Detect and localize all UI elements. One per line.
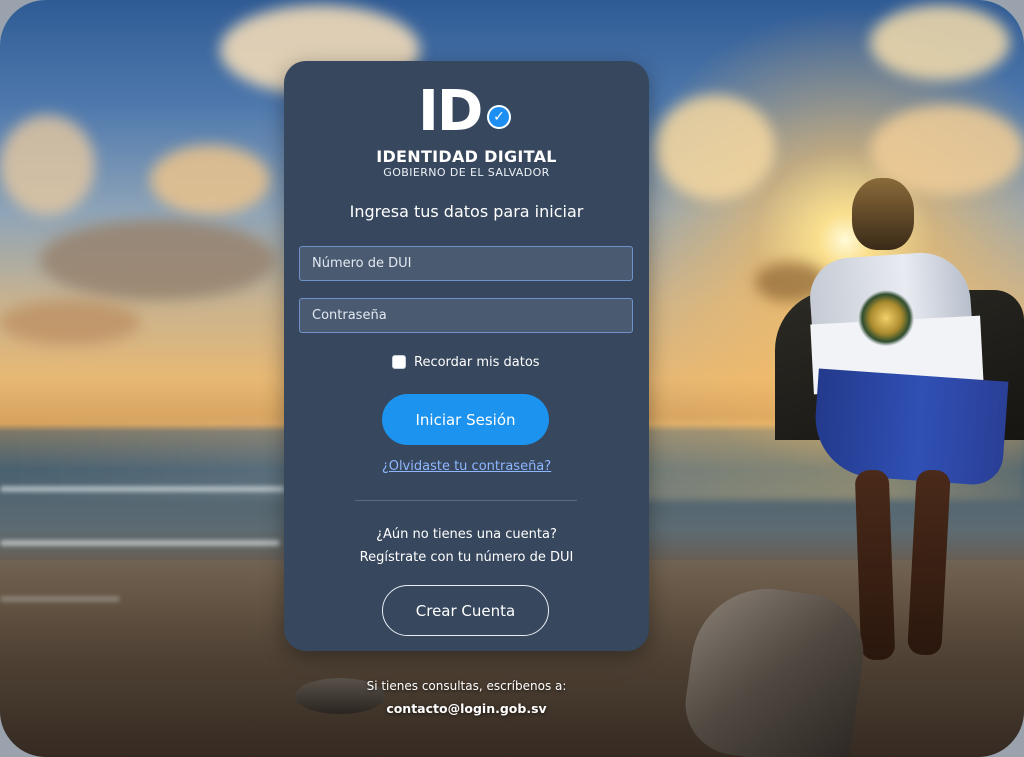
contact-email-link[interactable]: contacto@login.gob.sv: [284, 701, 649, 716]
brand-title: IDENTIDAD DIGITAL: [376, 147, 557, 166]
cloud-shape: [870, 5, 1010, 80]
cloud-shape: [0, 300, 140, 345]
remember-me-row[interactable]: Recordar mis datos: [392, 353, 540, 371]
person-head: [852, 178, 914, 250]
brand-subtitle: GOBIERNO DE EL SALVADOR: [383, 166, 550, 179]
remember-checkbox[interactable]: [392, 355, 406, 369]
wave-shape: [0, 540, 280, 546]
login-intro: Ingresa tus datos para iniciar: [349, 202, 584, 221]
login-screen: ID ✓ IDENTIDAD DIGITAL GOBIERNO DE EL SA…: [0, 0, 1024, 757]
create-account-button[interactable]: Crear Cuenta: [382, 585, 549, 636]
password-input[interactable]: [299, 298, 633, 333]
person-leg: [854, 469, 896, 661]
remember-label: Recordar mis datos: [414, 354, 540, 370]
cloud-shape: [40, 220, 275, 300]
wave-shape: [0, 486, 285, 492]
cloud-shape: [655, 95, 775, 200]
divider: [355, 500, 577, 501]
cloud-shape: [150, 145, 270, 215]
dui-input[interactable]: [299, 246, 633, 281]
brand-logo: ID: [418, 79, 483, 144]
cloud-shape: [0, 115, 95, 215]
verified-check-icon: ✓: [487, 105, 511, 129]
login-card: ID ✓ IDENTIDAD DIGITAL GOBIERNO DE EL SA…: [284, 61, 649, 651]
register-hint: Regístrate con tu número de DUI: [359, 550, 574, 565]
contact-text: Si tienes consultas, escríbenos a:: [366, 679, 567, 693]
login-button[interactable]: Iniciar Sesión: [382, 394, 549, 445]
flag-emblem-icon: [858, 290, 914, 346]
forgot-password-link[interactable]: ¿Olvidaste tu contraseña?: [284, 459, 649, 474]
no-account-text: ¿Aún no tienes una cuenta?: [376, 527, 557, 542]
